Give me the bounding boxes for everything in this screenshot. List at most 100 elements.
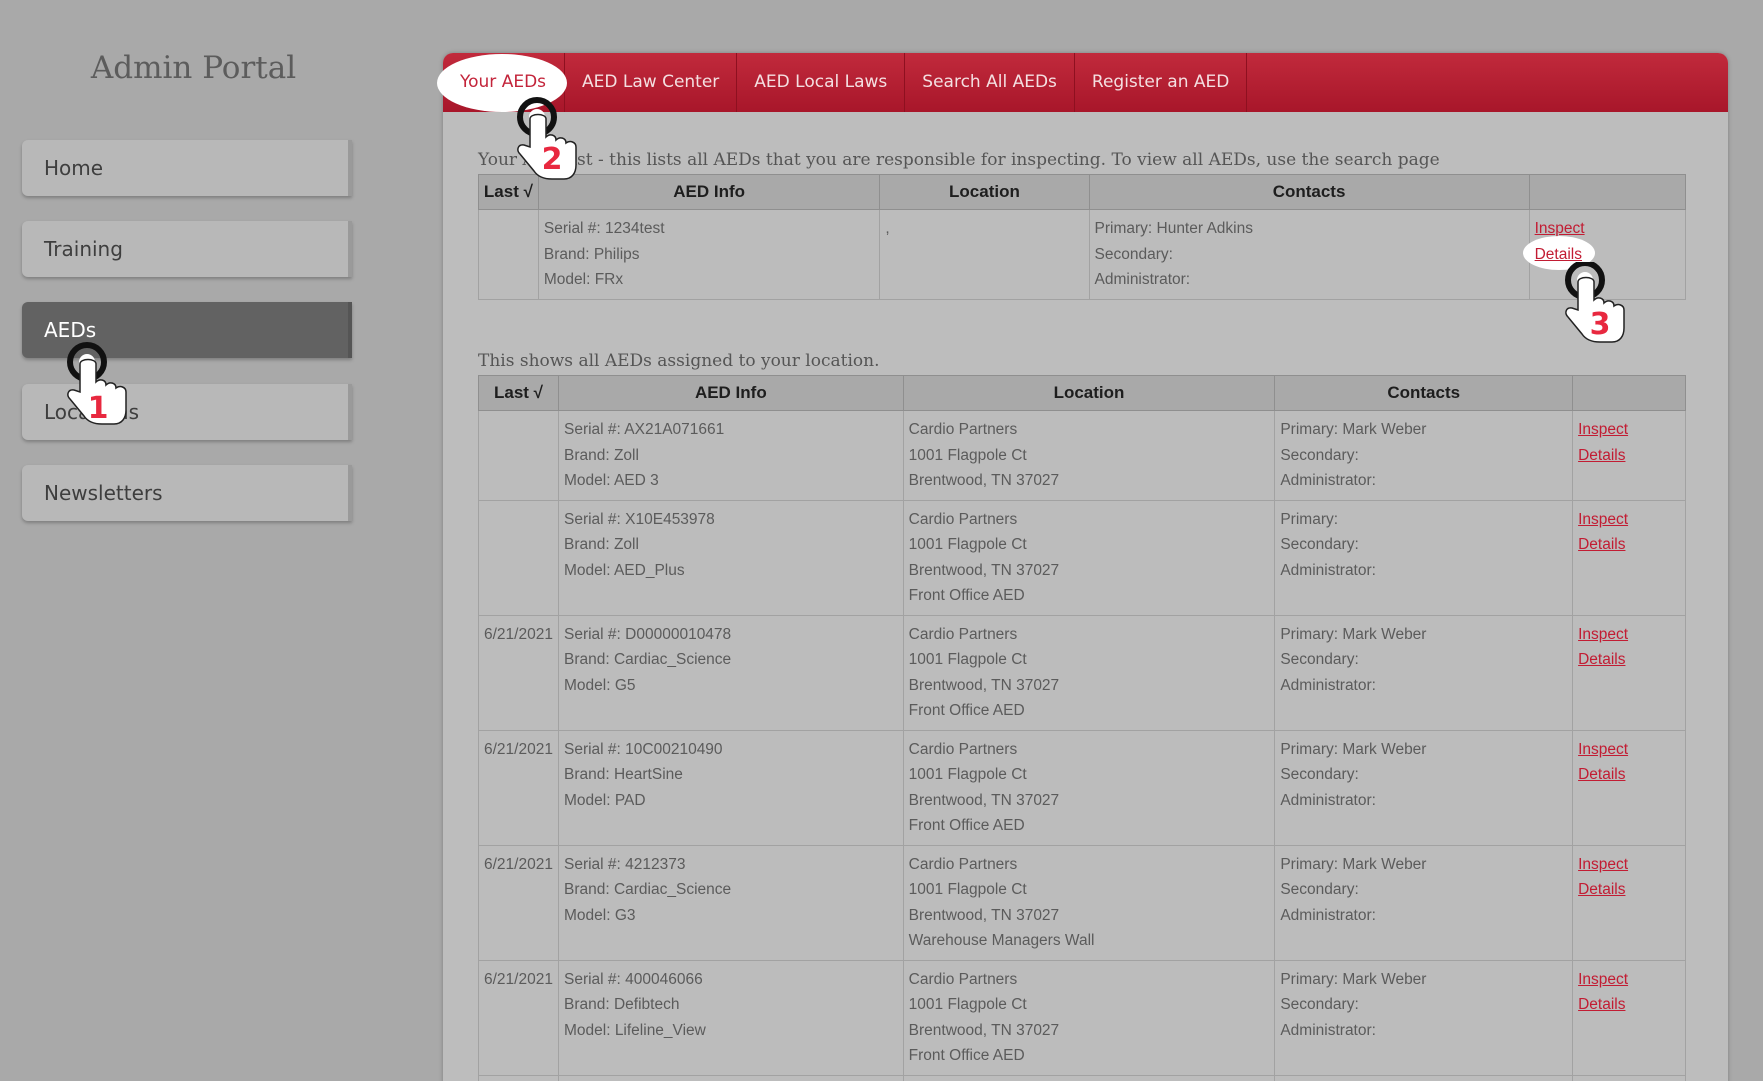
your-aeds-intro: Your AED list - this lists all AEDs that… [478, 150, 1440, 170]
details-link[interactable]: Details [1522, 235, 1680, 269]
sidebar: Admin Portal Home Training AEDs Location… [0, 0, 400, 1081]
cell-location: Cardio Partners 1001 Flagpole Ct Brentwood… [902, 499, 1276, 616]
secondary-contact: Secondary: [1094, 245, 1173, 263]
details-link[interactable]: Details [1578, 877, 1680, 903]
details-link-label: Details [1534, 245, 1582, 263]
sidebar-item-label: Locations [44, 400, 140, 424]
inspect-link[interactable]: Inspect [1578, 852, 1680, 878]
sidebar-item-newsletters[interactable]: Newsletters [22, 465, 352, 521]
location-line: Brentwood, TN 37027 [908, 906, 1060, 924]
inspect-link[interactable]: Inspect [1578, 737, 1680, 763]
brand-text: Brand: Zoll [563, 536, 639, 553]
location-line: Front Office AED [908, 587, 1025, 604]
cell-contacts: Primary: Mark Weber Secondary: Administrat… [1274, 614, 1574, 731]
serial-text: Serial #: X10E453978 [563, 510, 715, 528]
administrator-contact: Administrator: [1094, 271, 1191, 288]
inspect-link[interactable]: Inspect [1578, 967, 1680, 993]
cell-location: Cardio Partners 1001 Flagpole Ct Brentwood… [902, 410, 1276, 501]
location-line: Cardio Partners [908, 855, 1018, 873]
inspect-link[interactable]: Inspect [1578, 622, 1680, 648]
sidebar-item-aeds[interactable]: AEDs [22, 302, 352, 358]
location-line: Brentwood, TN 37027 [908, 561, 1060, 579]
col-header-actions [1528, 174, 1687, 210]
location-line: Brentwood, TN 37027 [908, 791, 1060, 809]
serial-text: Serial #: 1234test [543, 220, 665, 237]
table-header-row: Last √ AED Info Location Contacts [478, 174, 1687, 210]
tab-search-all-aeds[interactable]: Search All AEDs [905, 53, 1075, 112]
details-link[interactable]: Details [1578, 532, 1680, 558]
cell-actions: Inspect Details [1522, 209, 1687, 300]
details-link[interactable]: Details [1578, 647, 1680, 673]
details-link[interactable]: Details [1578, 992, 1680, 1018]
primary-contact: Primary: [1280, 510, 1339, 528]
main-panel: Your AEDs AED Law Center AED Local Laws … [437, 53, 1728, 1081]
location-line: Cardio Partners [908, 970, 1018, 988]
location-line: Cardio Partners [908, 421, 1018, 438]
location-line: Cardio Partners [908, 740, 1018, 758]
col-header-aed-info: AED Info [557, 375, 904, 411]
administrator-contact: Administrator: [1280, 676, 1376, 694]
brand-text: Brand: Defibtech [563, 996, 680, 1013]
table-header-row: Last √ AED Info Location Contacts [478, 375, 1686, 411]
location-line: Brentwood, TN 37027 [908, 1021, 1060, 1039]
cell-contacts: Primary: Mark Weber Secondary: Administrat… [1274, 959, 1574, 1076]
tab-label: AED Local Laws [754, 72, 888, 92]
secondary-contact: Secondary: [1280, 651, 1359, 668]
location-line: Front Office AED [908, 1047, 1025, 1064]
table-row: Serial #: AX21A071661 Brand: Zoll Model: A… [478, 410, 1686, 501]
tab-bar: Your AEDs AED Law Center AED Local Laws … [437, 53, 1728, 112]
col-header-aed-info: AED Info [537, 174, 881, 210]
details-link[interactable]: Details [1578, 762, 1680, 788]
location-line: Brentwood, TN 37027 [908, 676, 1060, 694]
table-row: 6/21/2021Serial #: A06F01236Cardio Partn… [478, 1074, 1686, 1081]
table-row: Serial #: 1234test Brand: Philips Model:… [478, 209, 1687, 300]
administrator-contact: Administrator: [1280, 472, 1376, 489]
tab-aed-law-center[interactable]: AED Law Center [565, 53, 738, 112]
col-header-last[interactable]: Last √ [478, 174, 539, 210]
brand-text: Brand: HeartSine [563, 766, 683, 783]
tab-label: Search All AEDs [922, 72, 1057, 92]
cell-aed-info: Serial #: 10C00210490 Brand: HeartSine Mod… [557, 729, 904, 846]
cell-actions: Inspect Details [1572, 844, 1686, 961]
col-header-last[interactable]: Last √ [478, 375, 559, 411]
serial-text: Serial #: 10C00210490 [563, 740, 723, 758]
sidebar-item-locations[interactable]: Locations [22, 384, 352, 440]
secondary-contact: Secondary: [1280, 996, 1359, 1013]
cell-last [478, 499, 559, 616]
cell-location: Cardio Partners 1001 Flagpole Ct Brentwood… [902, 614, 1276, 731]
administrator-contact: Administrator: [1280, 906, 1376, 924]
serial-text: Serial #: 4212373 [563, 855, 686, 873]
primary-contact: Primary: Hunter Adkins [1094, 220, 1254, 237]
sidebar-item-label: AEDs [44, 318, 97, 342]
location-line: Front Office AED [908, 817, 1025, 834]
inspect-link[interactable]: Inspect [1578, 417, 1680, 443]
sidebar-item-home[interactable]: Home [22, 140, 352, 196]
administrator-contact: Administrator: [1280, 561, 1376, 579]
tab-aed-local-laws[interactable]: AED Local Laws [737, 53, 906, 112]
location-line: 1001 Flagpole Ct [908, 766, 1027, 783]
sidebar-item-label: Home [44, 156, 104, 180]
brand-text: Brand: Cardiac_Science [563, 651, 732, 668]
cell-aed-info: Serial #: D00000010478 Brand: Cardiac_Sci… [557, 614, 904, 731]
inspect-link[interactable]: Inspect [1578, 507, 1680, 533]
your-aeds-table: Last √ AED Info Location Contacts Serial… [478, 174, 1687, 300]
cell-contacts: Primary: Secondary: Administrator: [1274, 499, 1574, 616]
details-link[interactable]: Details [1578, 443, 1680, 469]
secondary-contact: Secondary: [1280, 766, 1359, 783]
sidebar-item-training[interactable]: Training [22, 221, 352, 277]
model-text: Model: PAD [563, 791, 646, 809]
administrator-contact: Administrator: [1280, 791, 1376, 809]
cell-last: 6/21/2021 [478, 614, 559, 731]
location-line: , [885, 220, 890, 237]
table-row: Serial #: X10E453978 Brand: Zoll Model: AE… [478, 499, 1686, 616]
tab-label: Register an AED [1091, 72, 1230, 92]
tab-register-an-aed[interactable]: Register an AED [1075, 53, 1248, 112]
location-aeds-body: Serial #: AX21A071661 Brand: Zoll Model: A… [478, 410, 1686, 1081]
secondary-contact: Secondary: [1280, 881, 1359, 898]
tab-your-aeds[interactable]: Your AEDs [437, 53, 567, 112]
cell-actions: Inspect [1572, 1074, 1686, 1081]
location-line: Cardio Partners [908, 510, 1018, 528]
col-header-contacts: Contacts [1088, 174, 1530, 210]
location-line: Front Office AED [908, 702, 1025, 719]
cell-last: 6/21/2021 [478, 729, 559, 846]
